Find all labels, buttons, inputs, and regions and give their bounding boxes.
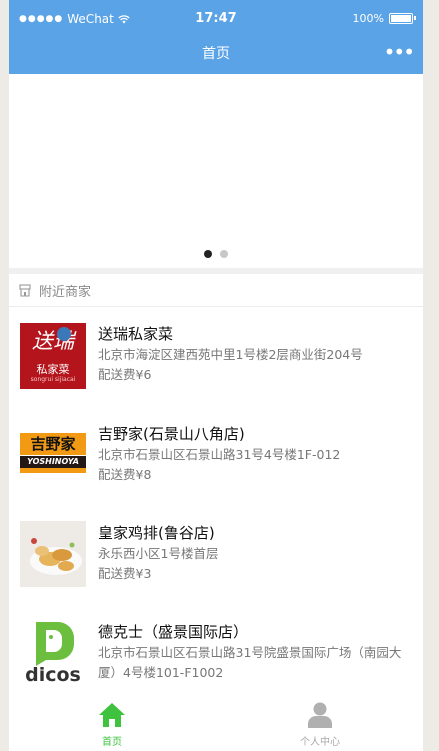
tab-bar: 首页 个人中心 bbox=[9, 698, 423, 751]
merchant-photo bbox=[20, 521, 86, 587]
merchant-item[interactable]: 皇家鸡排(鲁谷店) 永乐西小区1号楼首层 配送费¥3 bbox=[9, 507, 423, 607]
carousel-indicators bbox=[9, 250, 423, 258]
tab-profile[interactable]: 个人中心 bbox=[290, 702, 350, 748]
merchant-info: 吉野家(石景山八角店) 北京市石景山区石景山路31号4号楼1F-012 配送费¥… bbox=[98, 424, 415, 485]
merchant-logo: 送瑞 私家菜 songrui sijiacai bbox=[20, 323, 86, 389]
store-icon bbox=[19, 283, 31, 297]
merchant-address: 永乐西小区1号楼首层 bbox=[98, 546, 219, 561]
delivery-fee: 配送费¥3 bbox=[98, 566, 152, 581]
nearby-section-header: 附近商家 bbox=[9, 274, 423, 307]
more-menu-button[interactable]: ••• bbox=[384, 40, 415, 64]
battery-icon bbox=[389, 13, 416, 24]
logo-text: dicos bbox=[25, 664, 81, 686]
merchant-logo: dicos bbox=[20, 620, 86, 686]
nearby-title: 附近商家 bbox=[39, 284, 92, 300]
merchant-name: 德克士（盛景国际店） bbox=[98, 623, 249, 641]
carousel-dot[interactable] bbox=[220, 250, 228, 258]
merchant-item[interactable]: 吉野家 YOSHINOYA 吉野家(石景山八角店) 北京市石景山区石景山路31号… bbox=[9, 407, 423, 507]
merchant-name: 吉野家(石景山八角店) bbox=[98, 425, 245, 443]
tab-home[interactable]: 首页 bbox=[82, 702, 142, 748]
page-title: 首页 bbox=[202, 46, 230, 62]
logo-text: 送瑞 bbox=[32, 329, 74, 353]
merchant-logo: 吉野家 YOSHINOYA bbox=[20, 423, 86, 489]
home-icon bbox=[99, 703, 125, 727]
tab-profile-label: 个人中心 bbox=[300, 737, 340, 748]
battery-percent: 100% bbox=[352, 12, 384, 25]
merchant-address: 北京市海淀区建西苑中里1号楼2层商业街204号 bbox=[98, 347, 363, 362]
person-icon bbox=[308, 702, 332, 728]
merchant-address: 北京市石景山区石景山路31号4号楼1F-012 bbox=[98, 447, 341, 462]
logo-tinytext: songrui sijiacai bbox=[30, 376, 76, 383]
merchant-address: 北京市石景山区石景山路31号院盛景国际广场（南园大厦）4号楼101-F1002 bbox=[98, 645, 402, 680]
delivery-fee: 配送费¥8 bbox=[98, 467, 152, 482]
logo-text: 吉野家 bbox=[20, 433, 86, 455]
logo-subtext: 私家菜 bbox=[36, 363, 70, 376]
merchant-name: 皇家鸡排(鲁谷店) bbox=[98, 524, 215, 542]
banner-carousel[interactable] bbox=[9, 74, 423, 268]
logo-subtext: YOSHINOYA bbox=[20, 456, 86, 468]
merchant-name: 送瑞私家菜 bbox=[98, 325, 174, 343]
logo-emblem bbox=[57, 327, 71, 341]
merchant-info: 德克士（盛景国际店） 北京市石景山区石景山路31号院盛景国际广场（南园大厦）4号… bbox=[98, 622, 415, 683]
carousel-dot[interactable] bbox=[204, 250, 212, 258]
phone-screen: ●●●●● WeChat 17:47 100% 首页 ••• 附近商家 送瑞 私… bbox=[9, 0, 423, 751]
battery-indicator: 100% bbox=[352, 12, 416, 25]
merchant-item[interactable]: dicos 德克士（盛景国际店） 北京市石景山区石景山路31号院盛景国际广场（南… bbox=[9, 607, 423, 707]
dicos-mark-icon bbox=[36, 622, 74, 666]
logo-stripe bbox=[20, 468, 86, 473]
delivery-fee: 配送费¥6 bbox=[98, 367, 152, 382]
merchant-info: 送瑞私家菜 北京市海淀区建西苑中里1号楼2层商业街204号 配送费¥6 bbox=[98, 324, 415, 385]
merchant-info: 皇家鸡排(鲁谷店) 永乐西小区1号楼首层 配送费¥3 bbox=[98, 523, 415, 584]
fried-chicken-image bbox=[20, 521, 86, 587]
navigation-bar: 首页 ••• bbox=[9, 34, 423, 74]
merchant-item[interactable]: 送瑞 私家菜 songrui sijiacai 送瑞私家菜 北京市海淀区建西苑中… bbox=[9, 307, 423, 407]
tab-home-label: 首页 bbox=[102, 737, 122, 748]
